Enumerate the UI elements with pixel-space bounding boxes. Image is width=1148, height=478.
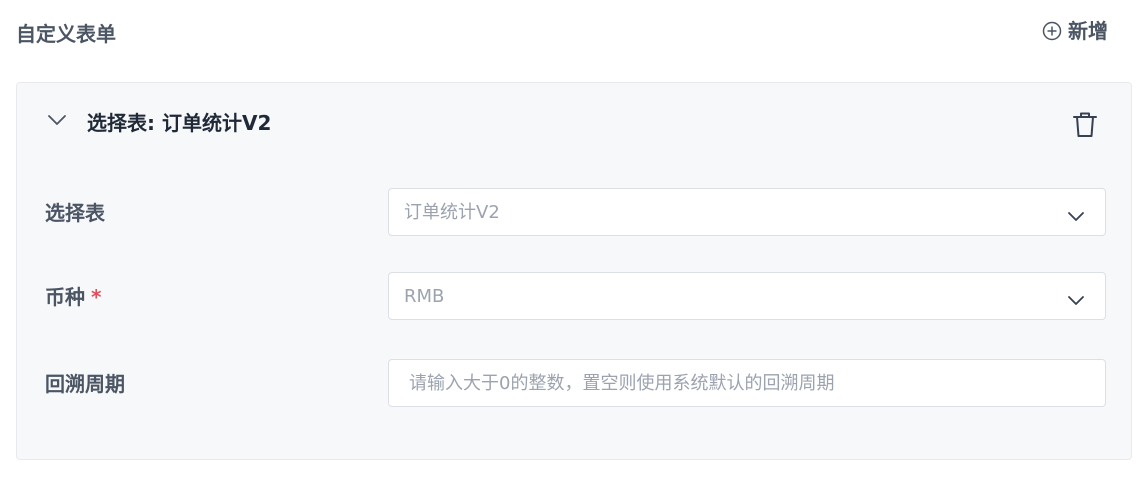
form-card: 选择表: 订单统计V2 选择表 订单统计V2 币种 * RMB 回溯周期 请输入… <box>16 82 1132 460</box>
field-label-lookback: 回溯周期 <box>45 372 125 396</box>
field-row-table: 选择表 订单统计V2 <box>17 188 1131 238</box>
currency-select-value: RMB <box>404 286 445 307</box>
lookback-period-field[interactable] <box>388 359 1106 407</box>
add-button-label: 新增 <box>1068 19 1108 43</box>
field-row-lookback: 回溯周期 <box>17 359 1131 409</box>
table-select[interactable]: 订单统计V2 <box>388 188 1106 236</box>
chevron-down-icon[interactable] <box>47 112 67 131</box>
field-label-table: 选择表 <box>45 201 105 225</box>
page-title: 自定义表单 <box>16 22 116 46</box>
card-title: 选择表: 订单统计V2 <box>87 111 272 135</box>
table-select-value: 订单统计V2 <box>404 202 500 223</box>
required-mark: * <box>91 285 102 309</box>
chevron-down-icon <box>1067 291 1085 310</box>
chevron-down-icon <box>1067 207 1085 226</box>
trash-icon[interactable] <box>1073 111 1097 143</box>
card-header: 选择表: 订单统计V2 <box>17 83 1131 163</box>
currency-select[interactable]: RMB <box>388 272 1106 320</box>
add-button[interactable]: 新增 <box>1042 18 1108 44</box>
field-row-currency: 币种 * RMB <box>17 272 1131 322</box>
lookback-period-input[interactable] <box>389 360 1105 406</box>
field-label-currency: 币种 * <box>45 285 102 309</box>
plus-circle-icon <box>1042 21 1062 41</box>
